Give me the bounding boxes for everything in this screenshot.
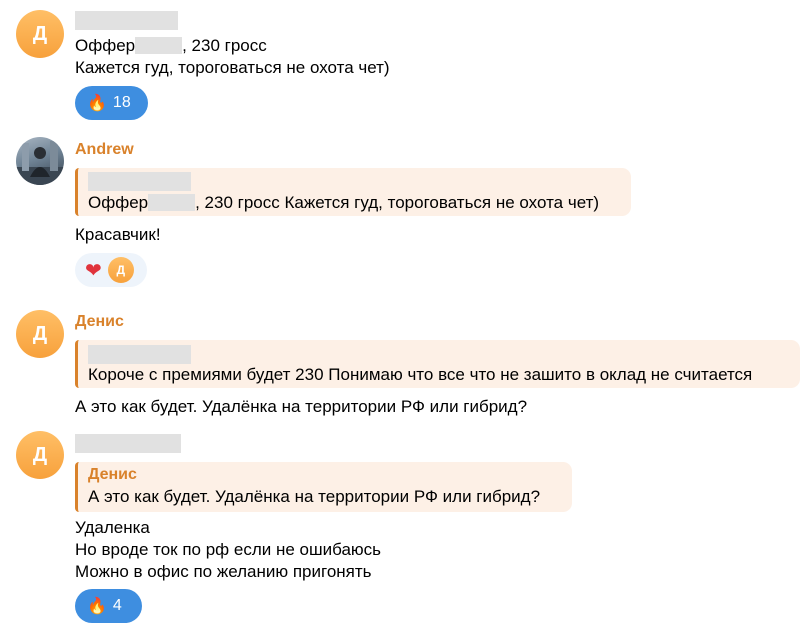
reaction-button[interactable]: 🔥 4 <box>75 589 142 623</box>
offer-gross: , 230 гросс <box>182 36 267 55</box>
quote-text: Оффер , 230 гросс Кажется гуд, тороговать… <box>88 192 599 214</box>
reaction-button[interactable]: 🔥 18 <box>75 86 148 120</box>
fire-icon: 🔥 <box>87 95 107 112</box>
redacted-quote-author <box>88 172 191 191</box>
quote-offer-word: Оффер <box>88 193 149 212</box>
message: Andrew Оффер , 230 гросс Кажется гуд, тор… <box>0 125 800 290</box>
fire-icon: 🔥 <box>87 598 107 615</box>
user-photo-icon <box>16 141 64 185</box>
redacted-text <box>148 194 196 211</box>
avatar[interactable]: Д <box>16 310 64 358</box>
message-text: Красавчик! <box>75 225 161 244</box>
message: Д Денис А это как будет. Удалёнка на тер… <box>0 425 800 635</box>
reaction-button[interactable]: ❤ Д <box>75 253 147 287</box>
message-text-line: Но вроде ток по рф если не ошибаюсь <box>75 540 382 559</box>
author-name[interactable]: Денис <box>75 313 124 331</box>
redacted-author-name <box>75 434 181 453</box>
reply-quote[interactable]: Короче с премиями будет 230 Понимаю что … <box>75 340 800 388</box>
offer-word: Оффер <box>75 36 136 55</box>
redacted-quote-author <box>88 345 191 364</box>
reaction-count: 18 <box>112 94 131 111</box>
redacted-author-name <box>75 11 178 30</box>
author-name[interactable]: Andrew <box>75 141 134 159</box>
quote-text: Короче с премиями будет 230 Понимаю что … <box>88 365 753 384</box>
reply-quote[interactable]: Денис А это как будет. Удалёнка на терри… <box>75 462 572 512</box>
message-text-line: Можно в офис по желанию пригонять <box>75 562 372 581</box>
reaction-count: 4 <box>112 597 122 614</box>
quote-offer-rest: , 230 гросс Кажется гуд, тороговаться не… <box>195 193 600 212</box>
message: Д Оффер , 230 гросс Кажется гуд, торогова… <box>0 0 800 125</box>
heart-icon: ❤ <box>85 259 102 282</box>
avatar[interactable] <box>16 137 64 185</box>
avatar[interactable]: Д <box>16 10 64 58</box>
avatar-letter: Д <box>32 443 48 466</box>
message-text-line: Кажется гуд, тороговаться не охота чет) <box>75 58 390 77</box>
quote-text: А это как будет. Удалёнка на территории … <box>88 487 541 506</box>
redacted-text <box>135 37 183 54</box>
avatar[interactable]: Д <box>16 431 64 479</box>
reactor-avatar: Д <box>107 257 134 283</box>
quote-author: Денис <box>88 466 137 483</box>
reply-quote[interactable]: Оффер , 230 гросс Кажется гуд, тороговать… <box>75 168 631 216</box>
message-text-line: Удаленка <box>75 518 150 537</box>
avatar-letter: Д <box>32 322 48 345</box>
message-text-line: Оффер , 230 гросс <box>75 35 267 57</box>
message-text: А это как будет. Удалёнка на территории … <box>75 397 528 416</box>
avatar-letter: Д <box>32 22 48 45</box>
message: Д Денис Короче с премиями будет 230 Пони… <box>0 290 800 425</box>
